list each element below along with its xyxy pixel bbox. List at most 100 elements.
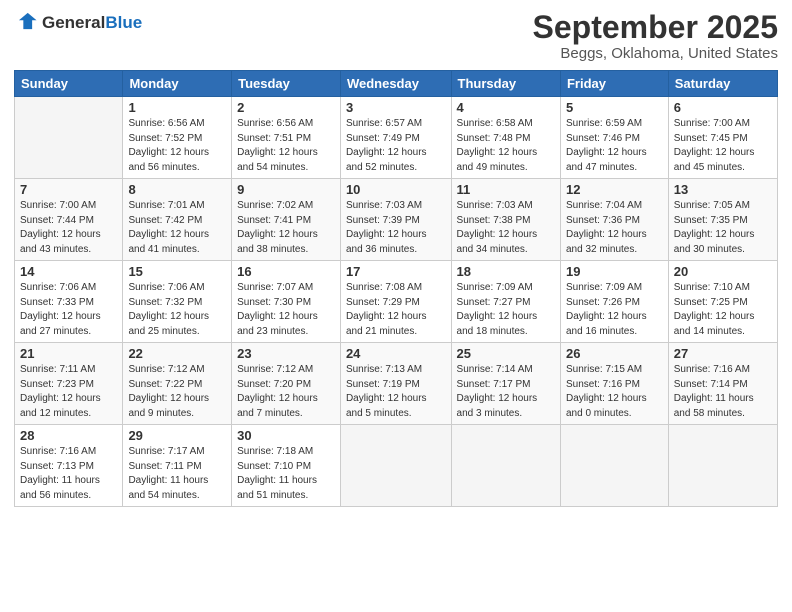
logo-blue: Blue [105,13,142,32]
calendar-day-cell: 1 Sunrise: 6:56 AMSunset: 7:52 PMDaylight… [123,97,232,179]
day-number: 1 [128,100,226,115]
day-info: Sunrise: 7:00 AMSunset: 7:44 PMDaylight:… [20,199,117,257]
day-info: Sunrise: 7:09 AMSunset: 7:27 PMDaylight:… [457,281,555,339]
calendar-day-cell: 29 Sunrise: 7:17 AMSunset: 7:11 PMDayligh… [123,425,232,507]
day-info: Sunrise: 7:01 AMSunset: 7:42 PMDaylight:… [128,199,226,257]
calendar-week-row: 7 Sunrise: 7:00 AMSunset: 7:44 PMDaylight… [15,179,778,261]
calendar-day-cell: 16Sunrise: 7:07 AMSunset: 7:30 PMDayligh… [232,261,341,343]
calendar-week-row: 1 Sunrise: 6:56 AMSunset: 7:52 PMDaylight… [15,97,778,179]
day-number: 18 [457,264,555,279]
calendar-day-cell: 21Sunrise: 7:11 AMSunset: 7:23 PMDayligh… [15,343,123,425]
day-number: 6 [674,100,772,115]
day-number: 5 [566,100,663,115]
day-number: 28 [20,428,117,443]
day-info: Sunrise: 7:03 AMSunset: 7:38 PMDaylight:… [457,199,555,257]
day-info: Sunrise: 7:13 AMSunset: 7:19 PMDaylight:… [346,363,446,421]
col-wednesday: Wednesday [340,71,451,97]
calendar-week-row: 28 Sunrise: 7:16 AMSunset: 7:13 PMDayligh… [15,425,778,507]
calendar-week-row: 14 Sunrise: 7:06 AMSunset: 7:33 PMDayligh… [15,261,778,343]
day-number: 12 [566,182,663,197]
day-number: 19 [566,264,663,279]
day-number: 30 [237,428,335,443]
title-block: September 2025 Beggs, Oklahoma, United S… [533,10,778,62]
day-number: 17 [346,264,446,279]
logo-general: General [42,13,105,32]
day-number: 14 [20,264,117,279]
header: GeneralBlue September 2025 Beggs, Oklaho… [14,10,778,62]
calendar-day-cell: 9 Sunrise: 7:02 AMSunset: 7:41 PMDaylight… [232,179,341,261]
calendar-title: September 2025 [533,10,778,45]
calendar-header-row: Sunday Monday Tuesday Wednesday Thursday… [15,71,778,97]
calendar-day-cell: 19Sunrise: 7:09 AMSunset: 7:26 PMDayligh… [560,261,668,343]
day-number: 27 [674,346,772,361]
day-number: 9 [237,182,335,197]
day-info: Sunrise: 6:56 AMSunset: 7:51 PMDaylight:… [237,117,335,175]
day-info: Sunrise: 7:12 AMSunset: 7:22 PMDaylight:… [128,363,226,421]
day-info: Sunrise: 7:06 AMSunset: 7:32 PMDaylight:… [128,281,226,339]
calendar-day-cell: 10Sunrise: 7:03 AMSunset: 7:39 PMDayligh… [340,179,451,261]
calendar-table: Sunday Monday Tuesday Wednesday Thursday… [14,70,778,507]
calendar-day-cell: 23Sunrise: 7:12 AMSunset: 7:20 PMDayligh… [232,343,341,425]
day-info: Sunrise: 6:57 AMSunset: 7:49 PMDaylight:… [346,117,446,175]
calendar-day-cell [560,425,668,507]
day-info: Sunrise: 7:16 AMSunset: 7:13 PMDaylight:… [20,445,117,503]
day-info: Sunrise: 7:00 AMSunset: 7:45 PMDaylight:… [674,117,772,175]
logo: GeneralBlue [14,10,142,37]
calendar-day-cell: 8Sunrise: 7:01 AMSunset: 7:42 PMDaylight… [123,179,232,261]
calendar-day-cell: 26Sunrise: 7:15 AMSunset: 7:16 PMDayligh… [560,343,668,425]
day-info: Sunrise: 7:15 AMSunset: 7:16 PMDaylight:… [566,363,663,421]
day-number: 20 [674,264,772,279]
calendar-day-cell: 18 Sunrise: 7:09 AMSunset: 7:27 PMDayligh… [451,261,560,343]
calendar-day-cell: 2 Sunrise: 6:56 AMSunset: 7:51 PMDaylight… [232,97,341,179]
col-saturday: Saturday [668,71,777,97]
day-info: Sunrise: 7:02 AMSunset: 7:41 PMDaylight:… [237,199,335,257]
day-number: 3 [346,100,446,115]
calendar-day-cell: 17 Sunrise: 7:08 AMSunset: 7:29 PMDayligh… [340,261,451,343]
day-number: 22 [128,346,226,361]
day-number: 13 [674,182,772,197]
day-info: Sunrise: 7:04 AMSunset: 7:36 PMDaylight:… [566,199,663,257]
day-info: Sunrise: 6:59 AMSunset: 7:46 PMDaylight:… [566,117,663,175]
day-number: 25 [457,346,555,361]
calendar-day-cell: 3 Sunrise: 6:57 AMSunset: 7:49 PMDaylight… [340,97,451,179]
day-number: 7 [20,182,117,197]
day-info: Sunrise: 6:56 AMSunset: 7:52 PMDaylight:… [128,117,226,175]
calendar-day-cell [668,425,777,507]
day-number: 21 [20,346,117,361]
day-info: Sunrise: 7:14 AMSunset: 7:17 PMDaylight:… [457,363,555,421]
day-number: 11 [457,182,555,197]
calendar-day-cell [340,425,451,507]
day-info: Sunrise: 6:58 AMSunset: 7:48 PMDaylight:… [457,117,555,175]
col-tuesday: Tuesday [232,71,341,97]
day-number: 10 [346,182,446,197]
day-info: Sunrise: 7:16 AMSunset: 7:14 PMDaylight:… [674,363,772,421]
day-number: 29 [128,428,226,443]
day-number: 4 [457,100,555,115]
day-info: Sunrise: 7:06 AMSunset: 7:33 PMDaylight:… [20,281,117,339]
calendar-day-cell: 30Sunrise: 7:18 AMSunset: 7:10 PMDayligh… [232,425,341,507]
calendar-week-row: 21Sunrise: 7:11 AMSunset: 7:23 PMDayligh… [15,343,778,425]
col-sunday: Sunday [15,71,123,97]
calendar-day-cell: 24 Sunrise: 7:13 AMSunset: 7:19 PMDayligh… [340,343,451,425]
calendar-day-cell: 28 Sunrise: 7:16 AMSunset: 7:13 PMDayligh… [15,425,123,507]
calendar-day-cell [451,425,560,507]
day-number: 23 [237,346,335,361]
day-number: 24 [346,346,446,361]
calendar-day-cell: 7 Sunrise: 7:00 AMSunset: 7:44 PMDaylight… [15,179,123,261]
day-number: 15 [128,264,226,279]
calendar-day-cell: 11 Sunrise: 7:03 AMSunset: 7:38 PMDayligh… [451,179,560,261]
day-info: Sunrise: 7:10 AMSunset: 7:25 PMDaylight:… [674,281,772,339]
calendar-day-cell: 6 Sunrise: 7:00 AMSunset: 7:45 PMDaylight… [668,97,777,179]
calendar-day-cell: 25 Sunrise: 7:14 AMSunset: 7:17 PMDayligh… [451,343,560,425]
day-info: Sunrise: 7:08 AMSunset: 7:29 PMDaylight:… [346,281,446,339]
calendar-day-cell: 5 Sunrise: 6:59 AMSunset: 7:46 PMDaylight… [560,97,668,179]
calendar-day-cell: 13Sunrise: 7:05 AMSunset: 7:35 PMDayligh… [668,179,777,261]
page: GeneralBlue September 2025 Beggs, Oklaho… [0,0,792,612]
calendar-day-cell: 14 Sunrise: 7:06 AMSunset: 7:33 PMDayligh… [15,261,123,343]
day-info: Sunrise: 7:17 AMSunset: 7:11 PMDaylight:… [128,445,226,503]
col-monday: Monday [123,71,232,97]
day-number: 2 [237,100,335,115]
calendar-day-cell: 20 Sunrise: 7:10 AMSunset: 7:25 PMDayligh… [668,261,777,343]
calendar-day-cell: 4 Sunrise: 6:58 AMSunset: 7:48 PMDaylight… [451,97,560,179]
col-friday: Friday [560,71,668,97]
